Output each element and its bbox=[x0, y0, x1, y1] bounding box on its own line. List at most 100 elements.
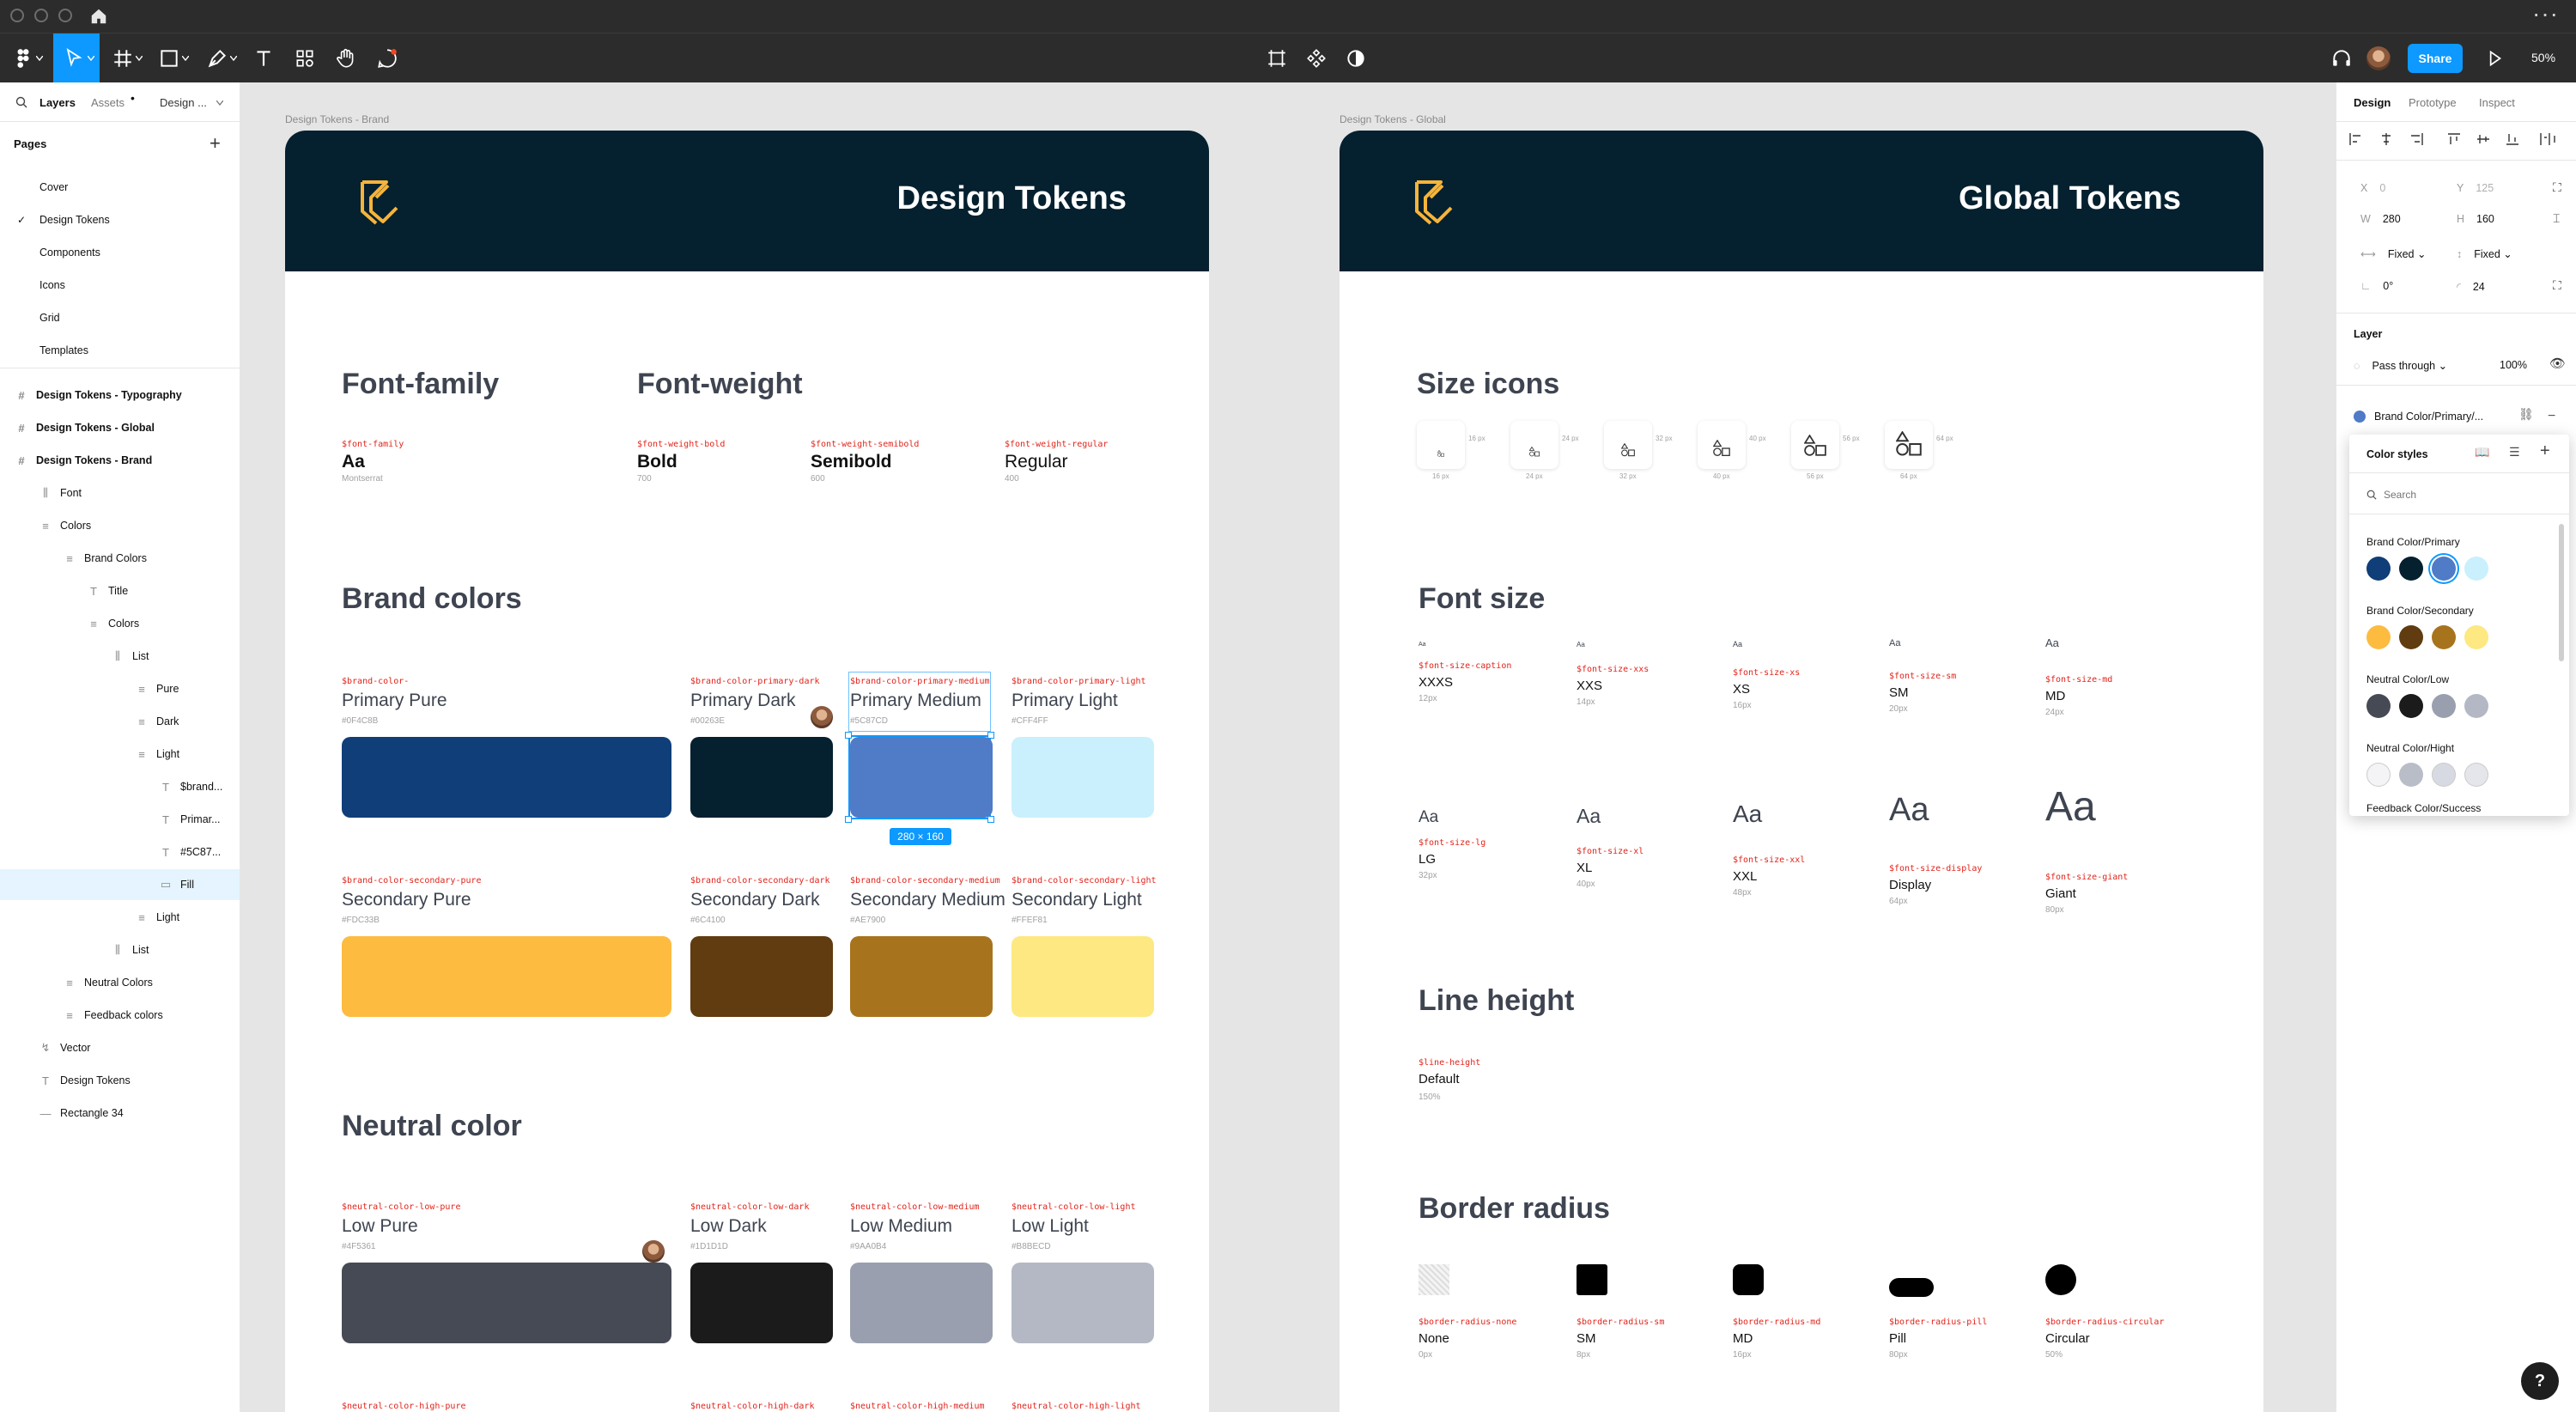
layer-item[interactable]: T Title bbox=[0, 575, 240, 606]
color-style-swatch[interactable] bbox=[2399, 625, 2423, 649]
frame-label-global[interactable]: Design Tokens - Global bbox=[1340, 113, 1446, 125]
canvas[interactable]: Design Tokens - Brand Design Tokens Font… bbox=[240, 82, 2336, 1412]
color-style-swatch[interactable] bbox=[2464, 694, 2488, 718]
primary-color-swatch[interactable] bbox=[1012, 737, 1154, 818]
rotation-field[interactable]: ∟ 0° bbox=[2360, 280, 2393, 292]
share-button[interactable]: Share bbox=[2408, 44, 2463, 73]
hand-tool-icon[interactable] bbox=[333, 46, 359, 71]
library-icon[interactable]: 📖 bbox=[2475, 445, 2489, 460]
tab-design[interactable]: Design bbox=[2354, 96, 2391, 109]
neutral-color-swatch[interactable] bbox=[690, 1263, 833, 1343]
width-field[interactable]: W 280 bbox=[2360, 213, 2401, 225]
add-style-icon[interactable]: + bbox=[2540, 441, 2550, 461]
neutral-color-swatch[interactable] bbox=[342, 1263, 671, 1343]
chevron-down-icon[interactable] bbox=[136, 56, 143, 61]
neutral-color-swatch[interactable] bbox=[850, 1263, 993, 1343]
layer-item[interactable]: ▭ Fill bbox=[0, 869, 240, 900]
page-item[interactable]: ✓ Design Tokens bbox=[0, 204, 240, 235]
fill-style-name[interactable]: Brand Color/Primary/... bbox=[2374, 411, 2483, 423]
chevron-down-icon[interactable] bbox=[216, 100, 223, 106]
present-play-icon[interactable] bbox=[2482, 46, 2507, 71]
rectangle-tool-icon[interactable] bbox=[156, 46, 182, 71]
fill-style-swatch[interactable] bbox=[2354, 411, 2366, 423]
list-view-icon[interactable]: ☰ bbox=[2509, 445, 2520, 460]
move-tool-button[interactable] bbox=[53, 33, 100, 83]
layer-item[interactable]: — Rectangle 34 bbox=[0, 1098, 240, 1129]
secondary-color-swatch[interactable] bbox=[850, 936, 993, 1017]
page-item[interactable]: Grid bbox=[0, 302, 240, 333]
pen-tool-icon[interactable] bbox=[204, 46, 230, 71]
add-page-icon[interactable]: + bbox=[210, 132, 221, 155]
height-mode-select[interactable]: ↕ Fixed ⌄ bbox=[2457, 247, 2512, 260]
color-style-swatch[interactable] bbox=[2464, 625, 2488, 649]
radius-shape[interactable] bbox=[1577, 1264, 1607, 1295]
layer-item[interactable]: ≡ Colors bbox=[0, 510, 240, 541]
resize-handle[interactable] bbox=[845, 816, 852, 823]
page-item[interactable]: Components bbox=[0, 237, 240, 268]
layer-item[interactable]: ≡ Light bbox=[0, 739, 240, 770]
resize-handle[interactable] bbox=[987, 816, 994, 823]
color-style-swatch[interactable] bbox=[2432, 557, 2456, 581]
user-avatar[interactable] bbox=[2366, 46, 2391, 70]
icon-size-box[interactable] bbox=[1791, 421, 1839, 469]
primary-color-swatch[interactable] bbox=[342, 737, 671, 818]
color-style-swatch[interactable] bbox=[2366, 763, 2391, 787]
chevron-down-icon[interactable] bbox=[182, 56, 189, 61]
color-style-swatch[interactable] bbox=[2432, 694, 2456, 718]
detach-style-icon[interactable]: ⛓ bbox=[2518, 407, 2534, 422]
layer-item[interactable]: ⫼ List bbox=[0, 641, 240, 672]
color-style-swatch[interactable] bbox=[2399, 763, 2423, 787]
icon-size-box[interactable] bbox=[1417, 421, 1465, 469]
color-style-swatch[interactable] bbox=[2399, 694, 2423, 718]
tab-assets[interactable]: Assets bbox=[91, 96, 125, 109]
layer-item[interactable]: T Design Tokens bbox=[0, 1065, 240, 1096]
color-style-swatch[interactable] bbox=[2432, 625, 2456, 649]
page-item[interactable]: Templates bbox=[0, 335, 240, 366]
scrollbar[interactable] bbox=[2559, 524, 2564, 661]
page-item[interactable]: Icons bbox=[0, 270, 240, 301]
resize-handle[interactable] bbox=[845, 732, 852, 739]
help-button[interactable]: ? bbox=[2521, 1362, 2559, 1400]
window-close-button[interactable] bbox=[10, 9, 24, 22]
frame-label-brand[interactable]: Design Tokens - Brand bbox=[285, 113, 389, 125]
radius-shape[interactable] bbox=[2045, 1264, 2076, 1295]
secondary-color-swatch[interactable] bbox=[1012, 936, 1154, 1017]
y-field[interactable]: Y 125 bbox=[2457, 182, 2494, 194]
height-field[interactable]: H 160 bbox=[2457, 213, 2494, 225]
layer-item[interactable]: ⫼ Font bbox=[0, 478, 240, 508]
radius-shape[interactable] bbox=[1733, 1264, 1764, 1295]
layer-item[interactable]: # Design Tokens - Brand bbox=[0, 445, 240, 476]
layer-item[interactable]: ≡ Dark bbox=[0, 706, 240, 737]
radius-shape[interactable] bbox=[1419, 1264, 1449, 1295]
figma-menu-icon[interactable] bbox=[10, 46, 36, 71]
layer-item[interactable]: ≡ Feedback colors bbox=[0, 1000, 240, 1031]
color-style-swatch[interactable] bbox=[2464, 763, 2488, 787]
more-dots-icon[interactable]: ··· bbox=[2532, 2, 2559, 26]
chevron-down-icon[interactable] bbox=[230, 56, 237, 61]
neutral-color-swatch[interactable] bbox=[1012, 1263, 1154, 1343]
radius-shape[interactable] bbox=[1889, 1278, 1934, 1297]
tab-inspect[interactable]: Inspect bbox=[2479, 96, 2515, 109]
opacity-field[interactable]: 100% bbox=[2500, 359, 2527, 371]
brand-tokens-frame[interactable]: Design Tokens Font-family Font-weight $f… bbox=[285, 131, 1209, 1412]
primary-color-swatch[interactable] bbox=[850, 737, 993, 818]
constrain-proportions-icon[interactable]: ⛶ bbox=[2553, 180, 2561, 195]
layer-item[interactable]: T $brand... bbox=[0, 771, 240, 802]
global-tokens-frame[interactable]: Global Tokens Size icons Font size Line … bbox=[1340, 131, 2263, 1412]
color-style-swatch[interactable] bbox=[2399, 557, 2423, 581]
icon-size-box[interactable] bbox=[1510, 421, 1558, 469]
frame-tool-icon[interactable] bbox=[110, 46, 136, 71]
blend-mode-select[interactable]: ◌ Pass through ⌄ bbox=[2354, 359, 2447, 372]
layer-item[interactable]: # Design Tokens - Typography bbox=[0, 380, 240, 411]
x-field[interactable]: X0 bbox=[2360, 182, 2385, 194]
zoom-level[interactable]: 50% bbox=[2531, 51, 2555, 64]
independent-corners-icon[interactable]: ⛶ bbox=[2553, 278, 2561, 293]
layer-item[interactable]: ≡ Light bbox=[0, 902, 240, 933]
layer-item[interactable]: # Design Tokens - Global bbox=[0, 412, 240, 443]
text-tool-icon[interactable] bbox=[251, 46, 276, 71]
chevron-down-icon[interactable] bbox=[36, 56, 43, 61]
home-icon[interactable] bbox=[89, 7, 108, 26]
crop-frame-icon[interactable] bbox=[1264, 46, 1290, 71]
search-icon[interactable] bbox=[15, 96, 27, 108]
layer-item[interactable]: ≡ Pure bbox=[0, 673, 240, 704]
